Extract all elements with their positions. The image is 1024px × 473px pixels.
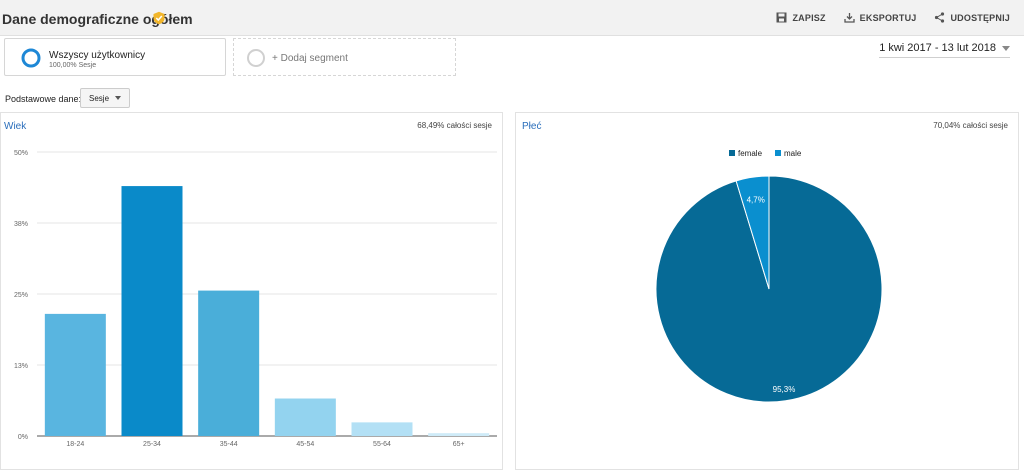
legend-item-female[interactable]: female: [729, 149, 763, 158]
bar-55-64[interactable]: [351, 422, 413, 436]
bar-65+[interactable]: [428, 433, 490, 436]
date-range-label: 1 kwi 2017 - 13 lut 2018: [879, 42, 996, 54]
pie-slice-label: 95,3%: [773, 385, 796, 394]
top-bar: Dane demograficzne ogółem ZAPISZ EKSPORT…: [0, 0, 1024, 36]
gender-panel: Płeć 70,04% całości sesje female male 95,…: [515, 112, 1019, 470]
export-label: EKSPORTUJ: [859, 12, 917, 23]
primary-dimension-select[interactable]: Sesje: [80, 88, 131, 108]
x-tick-label: 35-44: [220, 441, 238, 448]
pie-slice-label: 4,7%: [747, 196, 765, 205]
y-tick-label: 50%: [14, 150, 28, 157]
share-icon: [935, 12, 945, 23]
x-tick-label: 25-34: [143, 441, 161, 448]
x-tick-label: 18-24: [66, 441, 84, 448]
legend-label: female: [738, 149, 763, 158]
chevron-down-icon: [115, 96, 122, 100]
legend-swatch: [729, 150, 735, 156]
segment-name: Wszyscy użytkownicy: [49, 50, 146, 61]
legend-label: male: [784, 149, 802, 158]
chevron-down-icon: [1002, 45, 1010, 51]
segment-all-users[interactable]: Wszyscy użytkownicy 100,00% Sesje: [4, 38, 226, 76]
legend-swatch: [775, 150, 781, 156]
save-icon: [776, 12, 787, 23]
export-button[interactable]: EKSPORTUJ: [844, 12, 917, 23]
age-panel: Wiek 68,49% całości sesje 18-24 25-34 35-4…: [0, 112, 503, 470]
save-label: ZAPISZ: [792, 12, 826, 23]
bar-35-44[interactable]: [198, 290, 260, 436]
save-button[interactable]: ZAPISZ: [776, 12, 825, 23]
share-label: UDOSTĘPNIJ: [950, 12, 1010, 23]
gender-pie-chart: female male 95,3% 4,7%: [655, 149, 883, 403]
segment-share: 100,00% Sesje: [49, 62, 97, 69]
add-segment-button[interactable]: + Dodaj segment: [233, 38, 456, 76]
primary-dimension-value: Sesje: [89, 93, 110, 103]
y-tick-label: 25%: [14, 292, 28, 299]
y-tick-label: 0%: [18, 434, 28, 441]
age-bar-chart: 18-24 25-34 35-44 45-54 55-64 65+ 50% 38% 25% 13…: [14, 150, 497, 448]
bar-45-54[interactable]: [274, 398, 336, 436]
header-actions: ZAPISZ EKSPORTUJ UDOSTĘPNIJ: [776, 12, 1010, 23]
y-tick-label: 38%: [14, 221, 28, 228]
verified-badge-icon: [153, 11, 165, 25]
legend-item-male[interactable]: male: [775, 149, 802, 158]
share-button[interactable]: UDOSTĘPNIJ: [934, 12, 1010, 23]
y-tick-label: 13%: [14, 363, 28, 370]
x-tick-label: 55-64: [373, 441, 391, 448]
date-range-picker[interactable]: 1 kwi 2017 - 13 lut 2018: [879, 42, 1010, 58]
export-icon: [844, 13, 855, 23]
empty-segment-ring-icon: [247, 49, 265, 67]
bar-18-24[interactable]: [44, 313, 106, 436]
x-tick-label: 45-54: [296, 441, 314, 448]
primary-dimension-label: Podstawowe dane:: [5, 94, 82, 104]
add-segment-label: + Dodaj segment: [272, 53, 348, 64]
bar-25-34[interactable]: [121, 186, 183, 436]
segment-ring-icon: [21, 48, 41, 68]
x-tick-label: 65+: [453, 441, 465, 448]
